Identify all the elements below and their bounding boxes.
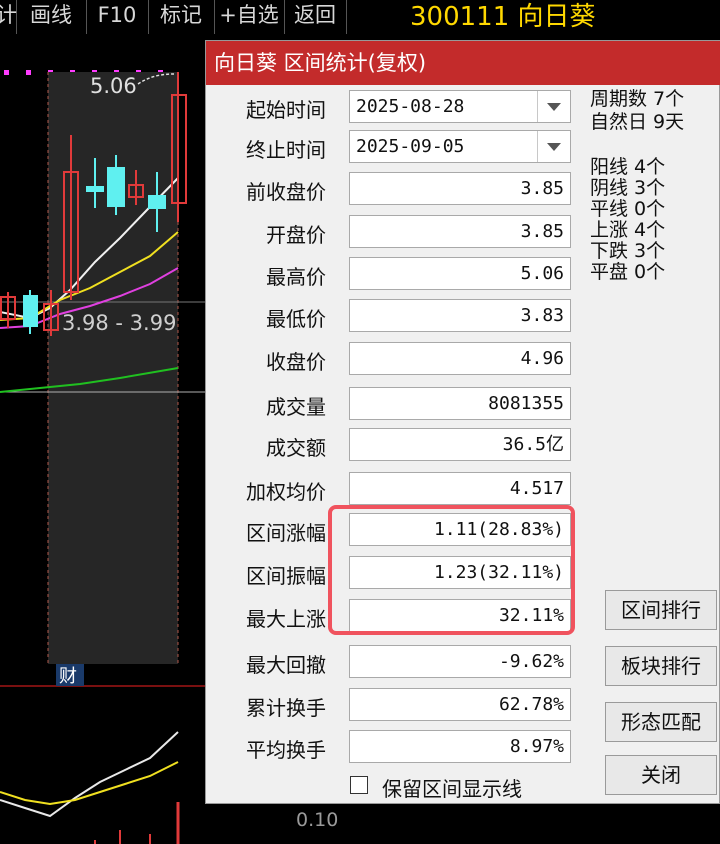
- toolbar-item-calc[interactable]: 计: [0, 0, 17, 34]
- finance-marker[interactable]: 财: [59, 666, 77, 687]
- range-amplitude-label: 区间振幅: [246, 564, 326, 588]
- turnover-amount-label: 成交额: [266, 436, 326, 460]
- start-time-label: 起始时间: [246, 98, 326, 122]
- end-time-value: 2025-09-05: [356, 136, 465, 157]
- volume-field: 8081355: [349, 387, 571, 420]
- stat-period-count: 周期数 7个: [590, 88, 685, 110]
- prev-close-field: 3.85: [349, 172, 571, 205]
- cumulative-turnover-label: 累计换手: [246, 696, 326, 720]
- turnover-amount-field: 36.5亿: [349, 428, 571, 461]
- average-turnover-label: 平均换手: [246, 738, 326, 762]
- low-price-label: 最低价: [266, 307, 326, 331]
- range-amplitude-field: 1.23(32.11%): [349, 556, 571, 589]
- stat-natural-days: 自然日 9天: [590, 111, 685, 133]
- pattern-match-button[interactable]: 形态匹配: [605, 702, 717, 742]
- top-toolbar: 计 画线 F10 标记 +自选 返回 300111 向日葵: [0, 0, 720, 36]
- cumulative-turnover-field: 62.78%: [349, 688, 571, 721]
- toolbar-item-draw[interactable]: 画线: [16, 0, 87, 34]
- max-rise-field: 32.11%: [349, 599, 571, 632]
- stat-yin-lines: 阴线 3个: [590, 177, 666, 199]
- indicator-line-white: [0, 731, 179, 818]
- weighted-avg-field: 4.517: [349, 472, 571, 505]
- sector-rank-button[interactable]: 板块排行: [605, 646, 717, 686]
- volume-label: 成交量: [266, 395, 326, 419]
- open-price-field: 3.85: [349, 215, 571, 248]
- chevron-down-icon[interactable]: [537, 91, 570, 122]
- range-change-label: 区间涨幅: [246, 521, 326, 545]
- max-drawdown-label: 最大回撤: [246, 653, 326, 677]
- stat-flat-count: 平盘 0个: [590, 261, 666, 283]
- high-price-row-label: 最高价: [266, 265, 326, 289]
- keep-range-lines-checkbox[interactable]: [350, 776, 368, 794]
- max-drawdown-field: -9.62%: [349, 645, 571, 678]
- close-button[interactable]: 关闭: [605, 755, 717, 795]
- start-time-select[interactable]: 2025-08-28: [349, 90, 571, 123]
- high-price-field: 5.06: [349, 257, 571, 290]
- high-price-label: 5.06: [90, 74, 137, 98]
- stat-flat-lines: 平线 0个: [590, 198, 666, 220]
- candle: [23, 290, 38, 334]
- toolbar-item-mark[interactable]: 标记: [148, 0, 215, 34]
- max-rise-label: 最大上涨: [246, 607, 326, 631]
- dialog-title: 向日葵 区间统计(复权): [206, 41, 720, 85]
- average-turnover-field: 8.97%: [349, 730, 571, 763]
- range-rank-button[interactable]: 区间排行: [605, 590, 717, 630]
- close-price-label: 收盘价: [266, 350, 326, 374]
- low-price-field: 3.83: [349, 299, 571, 332]
- toolbar-item-back[interactable]: 返回: [284, 0, 347, 34]
- toolbar-item-f10[interactable]: F10: [86, 0, 149, 34]
- stock-title: 300111 向日葵: [410, 2, 596, 32]
- start-time-value: 2025-08-28: [356, 96, 465, 117]
- stat-up-count: 上涨 4个: [590, 219, 666, 241]
- close-price-field: 4.96: [349, 342, 571, 375]
- end-time-label: 终止时间: [246, 138, 326, 162]
- prev-close-label: 前收盘价: [246, 180, 326, 204]
- chevron-down-icon[interactable]: [537, 131, 570, 162]
- candle: [0, 292, 16, 328]
- end-time-select[interactable]: 2025-09-05: [349, 130, 571, 163]
- keep-range-lines-label: 保留区间显示线: [382, 777, 522, 801]
- indicator-axis-value: 0.10: [296, 809, 338, 831]
- weighted-avg-label: 加权均价: [246, 480, 326, 504]
- toolbar-item-add-favorite[interactable]: +自选: [214, 0, 285, 34]
- range-price-label: 3.98 - 3.99: [62, 311, 176, 335]
- indicator-line-yellow: [0, 761, 179, 806]
- stat-down-count: 下跌 3个: [590, 240, 666, 262]
- stat-yang-lines: 阳线 4个: [590, 156, 666, 178]
- open-price-label: 开盘价: [266, 223, 326, 247]
- range-statistics-dialog: 向日葵 区间统计(复权) 起始时间 2025-08-28 终止时间 2025-0…: [205, 40, 720, 804]
- range-change-field: 1.11(28.83%): [349, 513, 571, 546]
- selected-interval: [48, 72, 178, 664]
